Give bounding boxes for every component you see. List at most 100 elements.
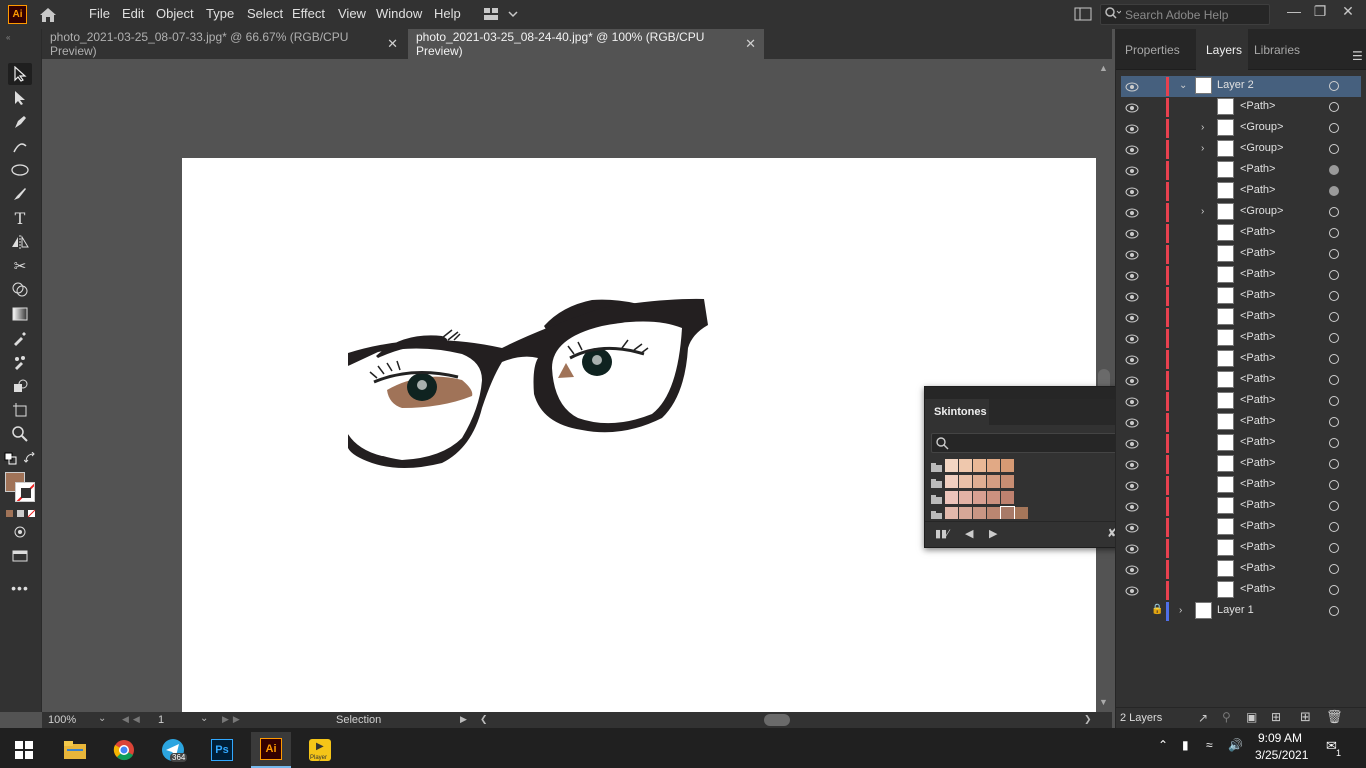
target-circle-icon[interactable] bbox=[1329, 375, 1339, 385]
media-player-icon[interactable]: ▶ Player bbox=[300, 732, 340, 768]
visibility-eye-icon[interactable] bbox=[1125, 270, 1139, 281]
visibility-eye-icon[interactable] bbox=[1125, 522, 1139, 533]
visibility-eye-icon[interactable] bbox=[1125, 354, 1139, 365]
layer-name[interactable]: <Path> bbox=[1240, 289, 1275, 301]
target-circle-icon[interactable] bbox=[1329, 144, 1339, 154]
color-mode-icons[interactable] bbox=[5, 508, 37, 518]
chevron-right-icon[interactable]: › bbox=[1201, 206, 1211, 217]
lock-icon[interactable]: 🔒 bbox=[1151, 604, 1163, 615]
visibility-eye-icon[interactable] bbox=[1125, 81, 1139, 92]
layer-name[interactable]: <Path> bbox=[1240, 268, 1275, 280]
target-circle-icon[interactable] bbox=[1329, 270, 1339, 280]
symbol-sprayer-tool-icon[interactable] bbox=[8, 351, 32, 373]
shape-builder-tool-icon[interactable] bbox=[8, 279, 32, 301]
swatch[interactable] bbox=[973, 459, 986, 472]
sublayer-row[interactable]: › <Group> bbox=[1121, 118, 1361, 139]
menu-help[interactable]: Help bbox=[434, 6, 461, 21]
clock-time[interactable]: 9:09 AM bbox=[1258, 731, 1302, 745]
file-explorer-icon[interactable] bbox=[55, 732, 95, 768]
visibility-eye-icon[interactable] bbox=[1125, 564, 1139, 575]
status-menu-icon[interactable]: ▶ bbox=[460, 714, 467, 725]
target-circle-icon[interactable] bbox=[1329, 417, 1339, 427]
swatch[interactable] bbox=[973, 507, 986, 519]
visibility-eye-icon[interactable] bbox=[1125, 585, 1139, 596]
sublayer-row[interactable]: <Path> bbox=[1121, 391, 1361, 412]
layer-name[interactable]: <Path> bbox=[1240, 499, 1275, 511]
zoom-level[interactable]: 100% bbox=[48, 714, 76, 726]
workspace-switcher-button[interactable] bbox=[482, 6, 522, 22]
layer-name[interactable]: <Path> bbox=[1240, 100, 1275, 112]
visibility-eye-icon[interactable] bbox=[1125, 102, 1139, 113]
layer-name[interactable]: <Path> bbox=[1240, 310, 1275, 322]
swatch[interactable] bbox=[945, 459, 958, 472]
tab-properties[interactable]: Properties bbox=[1125, 43, 1180, 57]
target-circle-icon[interactable] bbox=[1329, 312, 1339, 322]
visibility-eye-icon[interactable] bbox=[1125, 543, 1139, 554]
layer-name[interactable]: <Path> bbox=[1240, 373, 1275, 385]
menu-select[interactable]: Select bbox=[247, 6, 283, 21]
swatch[interactable] bbox=[1001, 459, 1014, 472]
visibility-eye-icon[interactable] bbox=[1125, 333, 1139, 344]
target-circle-icon[interactable] bbox=[1329, 543, 1339, 553]
illustrator-icon[interactable]: Ai bbox=[251, 732, 291, 768]
artboard-nav-next-icon[interactable]: ▶▶ bbox=[222, 714, 244, 725]
sublayer-row[interactable]: <Path> bbox=[1121, 433, 1361, 454]
swatch[interactable] bbox=[1015, 507, 1028, 519]
layer-name[interactable]: Layer 2 bbox=[1217, 79, 1254, 91]
visibility-eye-icon[interactable] bbox=[1125, 375, 1139, 386]
next-library-icon[interactable]: ▶ bbox=[989, 527, 997, 540]
layer-name[interactable]: <Path> bbox=[1240, 394, 1275, 406]
stroke-none-swatch[interactable] bbox=[15, 482, 35, 502]
swatch-group-folder-icon[interactable] bbox=[931, 509, 942, 519]
telegram-icon[interactable]: 364 bbox=[153, 732, 193, 768]
eyedropper-tool-icon[interactable] bbox=[8, 327, 32, 349]
tab-document-2[interactable]: photo_2021-03-25_08-24-40.jpg* @ 100% (R… bbox=[408, 29, 764, 59]
swatch-group-folder-icon[interactable] bbox=[931, 477, 942, 488]
visibility-eye-icon[interactable] bbox=[1125, 123, 1139, 134]
swatch[interactable] bbox=[973, 491, 986, 504]
gradient-tool-icon[interactable] bbox=[8, 303, 32, 325]
sublayer-row[interactable]: <Path> bbox=[1121, 517, 1361, 538]
layer-name[interactable]: <Path> bbox=[1240, 478, 1275, 490]
artboard-number[interactable]: 1 bbox=[158, 714, 164, 726]
visibility-eye-icon[interactable] bbox=[1125, 144, 1139, 155]
photoshop-icon[interactable]: Ps bbox=[202, 732, 242, 768]
menu-type[interactable]: Type bbox=[206, 6, 234, 21]
target-circle-icon[interactable] bbox=[1329, 354, 1339, 364]
minimize-button[interactable]: — bbox=[1284, 3, 1304, 23]
swatch[interactable] bbox=[959, 459, 972, 472]
swap-colors-icon[interactable] bbox=[23, 451, 38, 466]
menu-view[interactable]: View bbox=[338, 6, 366, 21]
toolbar-grip[interactable]: « bbox=[6, 33, 34, 42]
edit-toolbar-icon[interactable]: ••• bbox=[8, 577, 32, 599]
layer-name[interactable]: <Path> bbox=[1240, 436, 1275, 448]
export-icon[interactable]: ↗ bbox=[1198, 711, 1208, 725]
target-circle-icon[interactable] bbox=[1329, 606, 1339, 616]
scissors-tool-icon[interactable]: ✂ bbox=[8, 255, 32, 277]
sublayer-row[interactable]: <Path> bbox=[1121, 454, 1361, 475]
layer-name[interactable]: Layer 1 bbox=[1217, 604, 1254, 616]
layer-name[interactable]: <Path> bbox=[1240, 415, 1275, 427]
home-icon[interactable] bbox=[38, 5, 58, 25]
volume-icon[interactable]: 🔊 bbox=[1228, 738, 1243, 752]
direct-selection-tool-icon[interactable] bbox=[8, 87, 32, 109]
close-icon[interactable]: ✕ bbox=[387, 36, 398, 52]
layer-name[interactable]: <Path> bbox=[1240, 226, 1275, 238]
swatch[interactable] bbox=[987, 491, 1000, 504]
chevron-right-icon[interactable]: › bbox=[1201, 143, 1211, 154]
show-hidden-icons-icon[interactable]: ⌃ bbox=[1158, 738, 1168, 752]
swatch[interactable] bbox=[945, 491, 958, 504]
zoom-dropdown-icon[interactable]: ⌄ bbox=[98, 713, 106, 724]
clipping-mask-icon[interactable]: ▣ bbox=[1246, 710, 1257, 724]
battery-icon[interactable]: ▮ bbox=[1182, 738, 1189, 752]
sublayer-row[interactable]: <Path> bbox=[1121, 286, 1361, 307]
sublayer-row[interactable]: › <Group> bbox=[1121, 202, 1361, 223]
ellipse-tool-icon[interactable] bbox=[8, 159, 32, 181]
swatch[interactable] bbox=[959, 491, 972, 504]
swatch[interactable] bbox=[973, 475, 986, 488]
target-circle-icon[interactable] bbox=[1329, 228, 1339, 238]
target-circle-icon[interactable] bbox=[1329, 123, 1339, 133]
target-circle-icon[interactable] bbox=[1329, 480, 1339, 490]
search-help-field[interactable]: Search Adobe Help bbox=[1100, 4, 1270, 25]
selection-tool-icon[interactable] bbox=[8, 63, 32, 85]
